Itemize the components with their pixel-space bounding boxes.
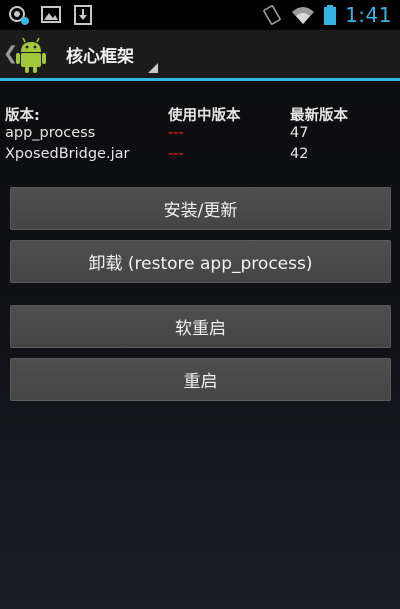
component-name: app_process: [5, 125, 96, 141]
spinner-indicator-icon[interactable]: [148, 63, 158, 73]
component-name: XposedBridge.jar: [5, 146, 130, 162]
notification-icons: [8, 4, 94, 26]
screen: 1:41 ❮ 核心框架 版本: 使用中版本 最新版本 app_process -…: [0, 0, 400, 609]
reboot-button[interactable]: 重启: [10, 358, 391, 401]
system-icons: 1:41: [261, 3, 392, 27]
page-title[interactable]: 核心框架: [66, 42, 134, 67]
latest-version: 42: [290, 146, 309, 162]
uninstall-button[interactable]: 卸载 (restore app_process): [10, 240, 391, 283]
rotation-icon: [263, 5, 281, 25]
table-row: app_process --- 47: [5, 125, 395, 146]
android-icon[interactable]: [12, 36, 50, 74]
download-notification-icon: [74, 5, 92, 25]
table-row: XposedBridge.jar --- 42: [5, 146, 395, 167]
installed-version: ---: [168, 146, 184, 162]
wifi-icon: [292, 7, 315, 24]
header-latest: 最新版本: [290, 108, 348, 124]
image-notification-icon: [41, 6, 61, 23]
install-update-button[interactable]: 安装/更新: [10, 187, 391, 230]
clock: 1:41: [345, 3, 392, 27]
action-bar: ❮ 核心框架: [0, 30, 400, 81]
version-table-header: 版本: 使用中版本 最新版本: [5, 104, 395, 125]
battery-icon: [324, 5, 337, 25]
header-installed: 使用中版本: [168, 108, 241, 124]
installed-version: ---: [168, 125, 184, 141]
status-bar: 1:41: [0, 0, 400, 30]
soft-reboot-button[interactable]: 软重启: [10, 305, 391, 348]
header-version: 版本:: [5, 108, 40, 124]
xposed-notification-icon: [9, 6, 29, 25]
version-table: 版本: 使用中版本 最新版本 app_process --- 47 Xposed…: [5, 104, 395, 167]
latest-version: 47: [290, 125, 309, 141]
